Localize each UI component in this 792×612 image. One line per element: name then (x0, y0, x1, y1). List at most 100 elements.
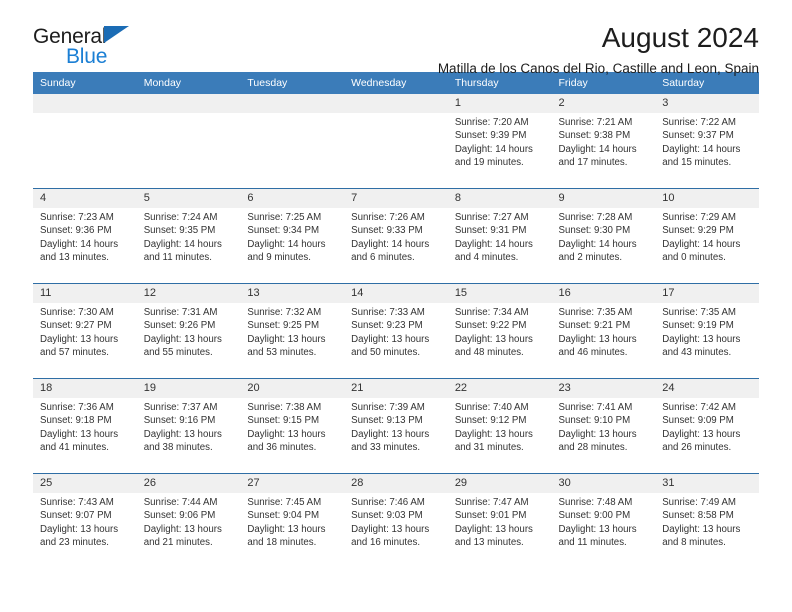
day-cell[interactable]: Sunrise: 7:35 AM Sunset: 9:19 PM Daylight:… (655, 303, 759, 379)
day-number[interactable]: 15 (447, 283, 552, 303)
empty-day-number (33, 94, 137, 113)
day-cell[interactable]: Sunrise: 7:43 AM Sunset: 9:07 PM Daylight:… (33, 493, 137, 568)
daylight-text: Daylight: 14 hours (351, 238, 430, 250)
day-cell[interactable]: Sunrise: 7:47 AM Sunset: 9:01 PM Daylight:… (447, 493, 552, 568)
daylight-text-cont: and 53 minutes. (247, 347, 317, 359)
day-number[interactable]: 11 (33, 283, 137, 303)
day-number[interactable]: 10 (655, 188, 759, 208)
sunrise-text: Sunrise: 7:36 AM (40, 402, 114, 413)
sunset-text: Sunset: 9:03 PM (351, 510, 423, 522)
sunrise-text: Sunrise: 7:46 AM (351, 497, 425, 508)
day-number[interactable]: 2 (551, 94, 656, 113)
day-cell[interactable]: Sunrise: 7:40 AM Sunset: 9:12 PM Daylight:… (447, 398, 552, 474)
day-cell[interactable]: Sunrise: 7:24 AM Sunset: 9:35 PM Daylight:… (136, 208, 241, 284)
day-cell[interactable]: Sunrise: 7:31 AM Sunset: 9:26 PM Daylight:… (136, 303, 241, 379)
day-cell[interactable]: Sunrise: 7:20 AM Sunset: 9:39 PM Daylight:… (447, 113, 552, 189)
day-cell[interactable]: Sunrise: 7:36 AM Sunset: 9:18 PM Daylight:… (33, 398, 137, 474)
day-cell[interactable]: Sunrise: 7:32 AM Sunset: 9:25 PM Daylight:… (240, 303, 345, 379)
sunset-text: Sunset: 9:19 PM (662, 320, 734, 332)
day-number[interactable]: 1 (447, 94, 552, 113)
day-cell[interactable]: Sunrise: 7:30 AM Sunset: 9:27 PM Daylight:… (33, 303, 137, 379)
daylight-text: Daylight: 13 hours (143, 333, 222, 345)
day-number[interactable]: 21 (344, 378, 448, 398)
daylight-text: Daylight: 14 hours (558, 238, 637, 250)
day-cell[interactable]: Sunrise: 7:39 AM Sunset: 9:13 PM Daylight:… (344, 398, 448, 474)
sunrise-text: Sunrise: 7:31 AM (143, 307, 218, 318)
week-detail-row: Sunrise: 7:36 AM Sunset: 9:18 PM Daylight:… (33, 398, 759, 474)
day-number[interactable]: 5 (136, 188, 241, 208)
sunset-text: Sunset: 9:18 PM (40, 415, 112, 427)
day-number[interactable]: 9 (551, 188, 656, 208)
daylight-text: Daylight: 13 hours (454, 523, 533, 535)
page-subtitle: Matilla de los Canos del Rio, Castille a… (437, 61, 759, 76)
day-number[interactable]: 6 (240, 188, 345, 208)
day-number[interactable]: 22 (447, 378, 552, 398)
daylight-text: Daylight: 13 hours (662, 333, 741, 345)
day-cell[interactable]: Sunrise: 7:49 AM Sunset: 8:58 PM Daylight:… (655, 493, 759, 568)
daylight-text: Daylight: 14 hours (662, 143, 741, 155)
day-number[interactable]: 28 (344, 473, 448, 493)
day-number[interactable]: 12 (136, 283, 241, 303)
sunset-text: Sunset: 9:29 PM (662, 225, 734, 237)
daylight-text-cont: and 33 minutes. (351, 442, 421, 454)
day-number[interactable]: 18 (33, 378, 137, 398)
logo-text-blue: Blue (66, 45, 108, 68)
day-cell[interactable]: Sunrise: 7:45 AM Sunset: 9:04 PM Daylight:… (240, 493, 345, 568)
day-cell[interactable]: Sunrise: 7:26 AM Sunset: 9:33 PM Daylight:… (344, 208, 448, 284)
daylight-text-cont: and 31 minutes. (454, 442, 524, 454)
day-cell[interactable]: Sunrise: 7:41 AM Sunset: 9:10 PM Daylight:… (551, 398, 656, 474)
empty-day-cell (136, 113, 241, 189)
day-cell[interactable]: Sunrise: 7:33 AM Sunset: 9:23 PM Daylight:… (344, 303, 448, 379)
daylight-text-cont: and 2 minutes. (558, 252, 623, 264)
day-cell[interactable]: Sunrise: 7:38 AM Sunset: 9:15 PM Daylight:… (240, 398, 345, 474)
day-number[interactable]: 24 (655, 378, 759, 398)
day-number[interactable]: 4 (33, 188, 137, 208)
day-number[interactable]: 3 (655, 94, 759, 113)
day-cell[interactable]: Sunrise: 7:28 AM Sunset: 9:30 PM Daylight:… (551, 208, 656, 284)
sunset-text: Sunset: 9:23 PM (351, 320, 423, 332)
calendar-page: General Blue August 2024 Matilla de los … (0, 0, 792, 612)
day-cell[interactable]: Sunrise: 7:25 AM Sunset: 9:34 PM Daylight:… (240, 208, 345, 284)
day-cell[interactable]: Sunrise: 7:34 AM Sunset: 9:22 PM Daylight:… (447, 303, 552, 379)
sunset-text: Sunset: 9:16 PM (143, 415, 216, 427)
day-number[interactable]: 23 (551, 378, 656, 398)
day-number[interactable]: 26 (136, 473, 241, 493)
day-cell[interactable]: Sunrise: 7:35 AM Sunset: 9:21 PM Daylight:… (551, 303, 656, 379)
daylight-text: Daylight: 14 hours (143, 238, 222, 250)
day-number[interactable]: 25 (33, 473, 137, 493)
day-number[interactable]: 20 (240, 378, 345, 398)
day-number[interactable]: 29 (447, 473, 552, 493)
day-cell[interactable]: Sunrise: 7:22 AM Sunset: 9:37 PM Daylight:… (655, 113, 759, 189)
day-number[interactable]: 27 (240, 473, 345, 493)
day-cell[interactable]: Sunrise: 7:48 AM Sunset: 9:00 PM Daylight:… (551, 493, 656, 568)
day-cell[interactable]: Sunrise: 7:37 AM Sunset: 9:16 PM Daylight:… (136, 398, 241, 474)
sunrise-text: Sunrise: 7:28 AM (558, 212, 633, 223)
day-number[interactable]: 8 (447, 188, 552, 208)
day-number[interactable]: 16 (551, 283, 656, 303)
daylight-text: Daylight: 13 hours (558, 523, 637, 535)
day-cell[interactable]: Sunrise: 7:27 AM Sunset: 9:31 PM Daylight:… (447, 208, 552, 284)
day-number[interactable]: 19 (136, 378, 241, 398)
sunrise-text: Sunrise: 7:41 AM (558, 402, 633, 413)
daylight-text: Daylight: 13 hours (454, 428, 533, 440)
day-cell[interactable]: Sunrise: 7:29 AM Sunset: 9:29 PM Daylight:… (655, 208, 759, 284)
day-number[interactable]: 14 (344, 283, 448, 303)
day-cell[interactable]: Sunrise: 7:42 AM Sunset: 9:09 PM Daylight:… (655, 398, 759, 474)
sunset-text: Sunset: 9:04 PM (247, 510, 320, 522)
day-number[interactable]: 30 (551, 473, 656, 493)
daylight-text: Daylight: 13 hours (454, 333, 533, 345)
day-cell[interactable]: Sunrise: 7:23 AM Sunset: 9:36 PM Daylight:… (33, 208, 137, 284)
day-number[interactable]: 31 (655, 473, 759, 493)
day-number[interactable]: 13 (240, 283, 345, 303)
day-number[interactable]: 7 (344, 188, 448, 208)
day-cell[interactable]: Sunrise: 7:44 AM Sunset: 9:06 PM Daylight:… (136, 493, 241, 568)
logo-text-general-wrap: General (33, 26, 233, 48)
day-cell[interactable]: Sunrise: 7:46 AM Sunset: 9:03 PM Daylight:… (344, 493, 448, 568)
sunset-text: Sunset: 9:30 PM (558, 225, 631, 237)
page-header: General Blue August 2024 Matilla de los … (33, 0, 759, 76)
day-cell[interactable]: Sunrise: 7:21 AM Sunset: 9:38 PM Daylight:… (551, 113, 656, 189)
day-number[interactable]: 17 (655, 283, 759, 303)
sunrise-text: Sunrise: 7:20 AM (454, 117, 529, 128)
sunrise-text: Sunrise: 7:48 AM (558, 497, 633, 508)
empty-day-number (136, 94, 241, 113)
